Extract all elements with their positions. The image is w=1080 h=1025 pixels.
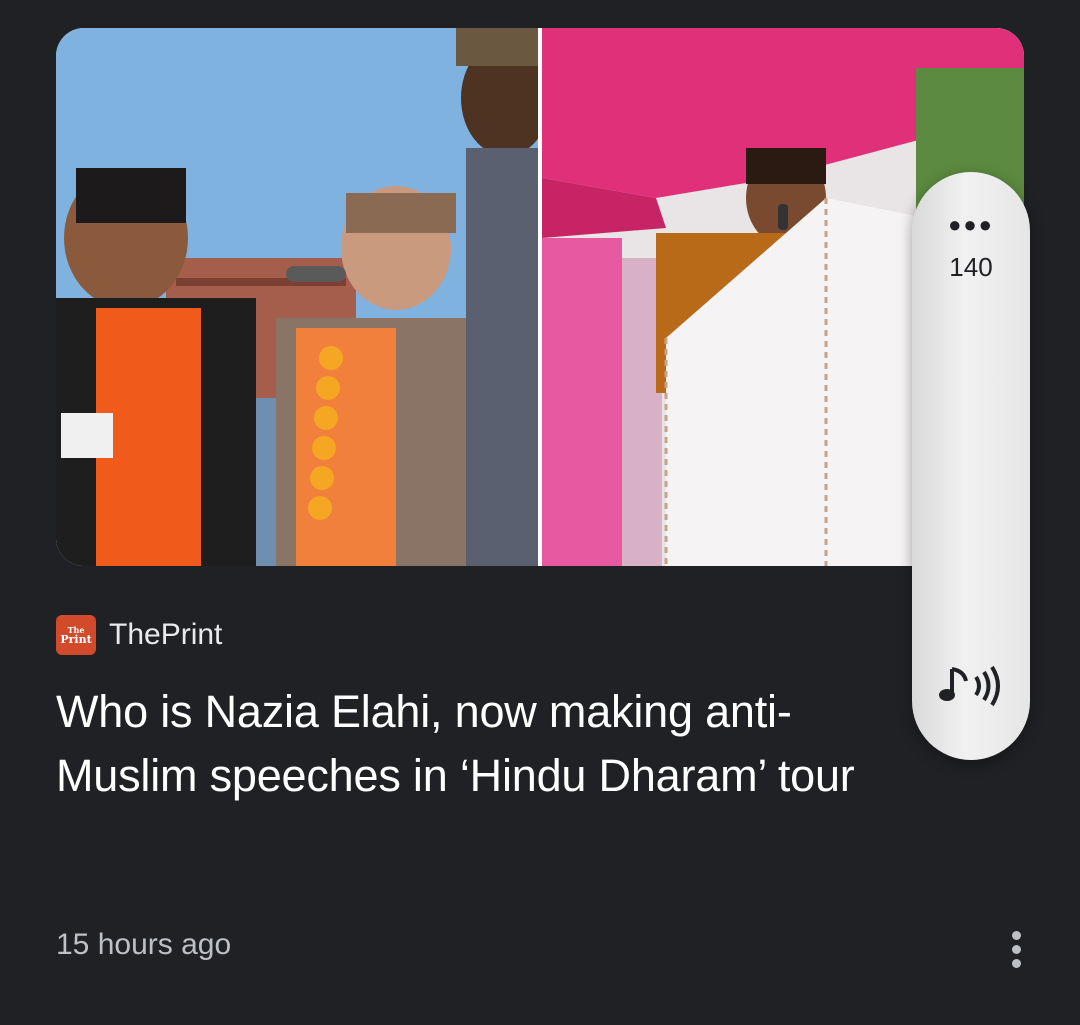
news-card[interactable]: The Print ThePrint Who is Nazia Elahi, n… <box>0 0 1080 1025</box>
music-note-sound-icon[interactable] <box>930 656 1012 716</box>
article-timestamp: 15 hours ago <box>56 928 232 961</box>
more-vertical-icon-dot <box>1011 958 1021 968</box>
article-image[interactable] <box>56 28 1024 566</box>
panel-count: 140 <box>949 252 993 282</box>
source-name: ThePrint <box>109 618 223 651</box>
article-headline[interactable]: Who is Nazia Elahi, now making anti-Musl… <box>56 680 886 808</box>
floating-panel[interactable]: ●●● 140 <box>912 172 1030 760</box>
more-vertical-icon-dot <box>1011 944 1021 954</box>
source-row[interactable]: The Print ThePrint <box>56 614 222 656</box>
more-options-button[interactable] <box>996 922 1036 976</box>
source-logo: The Print <box>56 615 96 655</box>
source-logo-text-bottom: Print <box>60 632 92 646</box>
more-vertical-icon-dot <box>1011 930 1021 940</box>
more-horizontal-icon[interactable]: ●●● <box>912 214 1030 236</box>
